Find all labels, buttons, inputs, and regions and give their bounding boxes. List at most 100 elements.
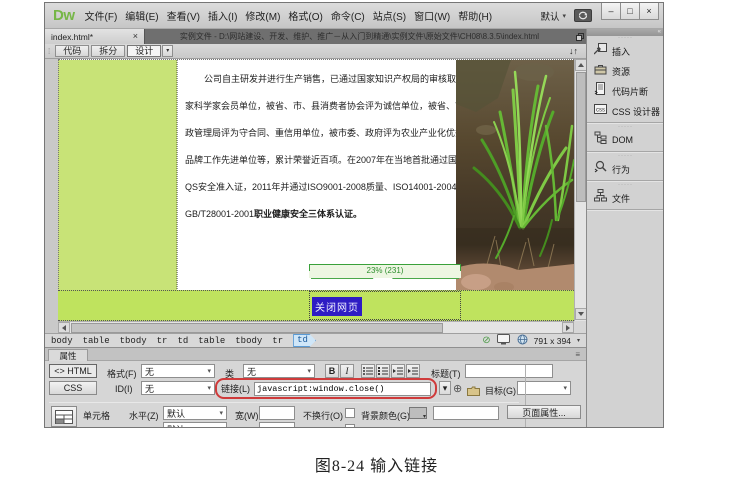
menu-commands[interactable]: 命令(C): [331, 8, 365, 23]
tag-tbody[interactable]: tbody: [235, 336, 262, 346]
merge-cells-icon[interactable]: [83, 423, 95, 428]
vertical-scrollbar[interactable]: [574, 59, 586, 321]
panel-item-label: 资源: [612, 65, 630, 78]
device-preview-icon[interactable]: [497, 334, 511, 347]
cell-icon[interactable]: [51, 406, 77, 427]
close-button[interactable]: ×: [639, 3, 659, 20]
bold-button[interactable]: B: [325, 364, 339, 378]
selected-table-cell[interactable]: 关闭网页: [309, 291, 461, 320]
document-tab-bar: index.html* × 实例文件 - D:\网站建设、开发、维护、推广－从入…: [45, 29, 586, 44]
panel-item-assets[interactable]: 资源: [587, 61, 664, 81]
panel-item-dom[interactable]: DOM: [587, 130, 664, 150]
menu-bar: Dw 文件(F) 编辑(E) 查看(V) 插入(I) 修改(M) 格式(O) 命…: [45, 3, 663, 29]
maximize-button[interactable]: □: [620, 3, 640, 20]
link-input[interactable]: [254, 382, 431, 396]
panel-item-insert[interactable]: 插入: [587, 41, 664, 61]
ordered-list-icon[interactable]: [376, 364, 390, 378]
page-properties-button[interactable]: 页面属性...: [507, 405, 581, 419]
menu-help[interactable]: 帮助(H): [458, 8, 492, 23]
tag-td[interactable]: td: [177, 336, 188, 346]
table-width-marker[interactable]: 23% (231): [309, 264, 461, 278]
document-tab[interactable]: index.html* ×: [45, 29, 145, 44]
design-view-dropdown-icon[interactable]: ▾: [162, 45, 173, 57]
plant-photo[interactable]: [456, 60, 574, 291]
code-view-button[interactable]: 代码: [55, 45, 89, 57]
page-table-row: 公司自主研发并进行生产销售，已通过国家知识产权局的审核取得专利。企业 家科学家会…: [58, 59, 574, 290]
tag-tbody[interactable]: tbody: [120, 336, 147, 346]
tag-body[interactable]: body: [51, 336, 73, 346]
menu-format[interactable]: 格式(O): [288, 8, 322, 23]
panel-item-files[interactable]: 文件: [587, 188, 664, 208]
height-input[interactable]: [259, 422, 295, 428]
split-view-button[interactable]: 拆分: [91, 45, 125, 57]
panel-item-behaviors[interactable]: 行为: [587, 159, 664, 179]
unordered-list-icon[interactable]: [361, 364, 375, 378]
indent-icon[interactable]: [406, 364, 420, 378]
class-select[interactable]: 无: [243, 364, 315, 378]
outdent-icon[interactable]: [391, 364, 405, 378]
horizontal-scrollbar[interactable]: [58, 321, 574, 333]
width-input[interactable]: [259, 406, 295, 420]
window-controls: – □ ×: [602, 3, 659, 20]
window-size-dropdown-icon[interactable]: ▾: [577, 337, 580, 344]
properties-tab[interactable]: 属性: [48, 349, 88, 361]
body-text-cell[interactable]: 公司自主研发并进行生产销售，已通过国家知识产权局的审核取得专利。企业 家科学家会…: [177, 60, 456, 291]
link-dropdown-icon[interactable]: ▾: [439, 381, 451, 395]
no-errors-icon[interactable]: ⊘: [482, 336, 490, 346]
collapse-panels-icon[interactable]: «: [658, 29, 661, 35]
left-green-column[interactable]: [58, 60, 177, 291]
menu-window[interactable]: 窗口(W): [414, 8, 450, 23]
menu-modify[interactable]: 修改(M): [245, 8, 280, 23]
file-management-icon[interactable]: ↓↑: [569, 46, 578, 56]
window-size-globe-icon[interactable]: [517, 334, 528, 347]
split-cell-icon[interactable]: [99, 423, 111, 428]
design-view-button[interactable]: 设计: [127, 45, 161, 57]
menu-site[interactable]: 站点(S): [373, 8, 406, 23]
snippets-icon: [594, 82, 607, 100]
format-label: 格式(F): [107, 367, 137, 380]
vertical-select[interactable]: 默认: [163, 422, 227, 428]
format-select[interactable]: 无: [141, 364, 215, 378]
bgcolor-swatch[interactable]: [409, 407, 427, 419]
id-select[interactable]: 无: [141, 381, 215, 395]
point-to-file-icon[interactable]: ⊕: [453, 382, 462, 395]
workspace-switcher[interactable]: 默认: [540, 9, 566, 23]
horizontal-select[interactable]: 默认: [163, 406, 227, 420]
minimize-button[interactable]: –: [601, 3, 621, 20]
toolbar-grip[interactable]: ⁞: [48, 47, 51, 56]
menu-edit[interactable]: 编辑(E): [125, 8, 158, 23]
tag-td-selected[interactable]: td: [293, 334, 316, 347]
bottom-green-bar[interactable]: 关闭网页: [58, 290, 574, 321]
sync-settings-icon[interactable]: [574, 9, 592, 22]
window-size-value[interactable]: 791 x 394: [534, 336, 571, 346]
table-width-label: 23% (231): [309, 265, 461, 276]
tag-tr[interactable]: tr: [157, 336, 168, 346]
tag-table[interactable]: table: [198, 336, 225, 346]
design-canvas[interactable]: 公司自主研发并进行生产销售，已通过国家知识产权局的审核取得专利。企业 家科学家会…: [58, 59, 574, 321]
screenshot-root: Dw 文件(F) 编辑(E) 查看(V) 插入(I) 修改(M) 格式(O) 命…: [0, 0, 753, 485]
title-input[interactable]: [465, 364, 553, 378]
panel-menu-icon[interactable]: ≡: [575, 351, 580, 359]
italic-button[interactable]: I: [340, 364, 354, 378]
bgcolor-input[interactable]: [433, 406, 499, 420]
panel-item-css-designer[interactable]: css CSS 设计器: [587, 101, 664, 121]
menu-insert[interactable]: 插入(I): [208, 8, 237, 23]
browse-folder-icon[interactable]: [467, 383, 480, 401]
menu-view[interactable]: 查看(V): [167, 8, 200, 23]
tag-tr[interactable]: tr: [272, 336, 283, 346]
tab-close-icon[interactable]: ×: [133, 32, 138, 41]
html-mode-button[interactable]: <> HTML: [49, 364, 97, 378]
tag-table[interactable]: table: [83, 336, 110, 346]
vertical-scrollbar-thumb[interactable]: [576, 72, 586, 202]
panel-item-snippets[interactable]: 代码片断: [587, 81, 664, 101]
menu-file[interactable]: 文件(F): [85, 8, 118, 23]
scroll-left-icon[interactable]: [58, 322, 70, 333]
nowrap-checkbox[interactable]: [345, 408, 355, 418]
window-restore-icon[interactable]: [574, 29, 586, 44]
height-label: 高(H): [235, 425, 257, 428]
selected-link-text[interactable]: 关闭网页: [312, 297, 362, 316]
horizontal-scrollbar-thumb[interactable]: [71, 323, 443, 333]
header-checkbox[interactable]: [345, 424, 355, 428]
css-mode-button[interactable]: CSS: [49, 381, 97, 395]
scroll-right-icon[interactable]: [562, 322, 574, 333]
